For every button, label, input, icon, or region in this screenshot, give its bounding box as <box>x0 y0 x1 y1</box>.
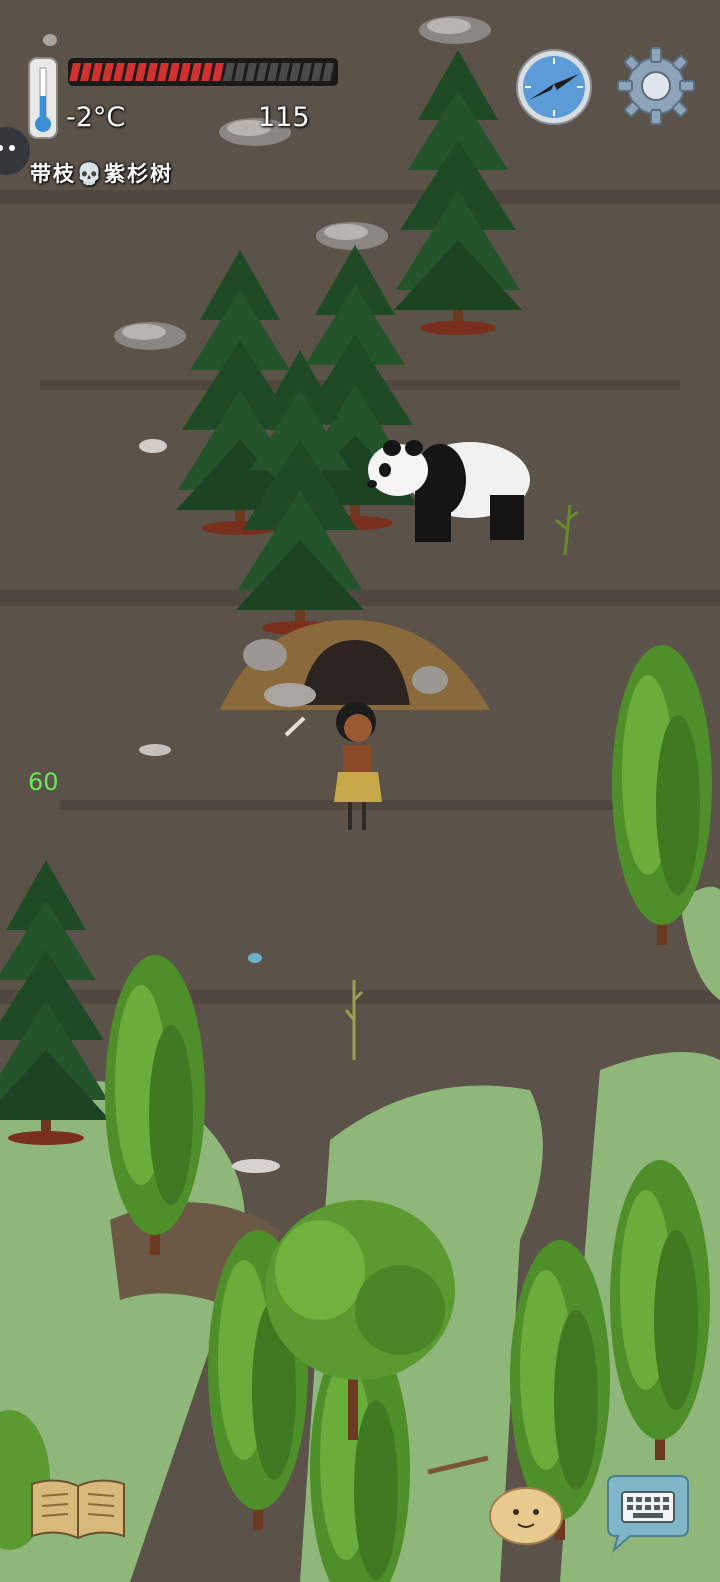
health-value: 115 <box>258 102 310 133</box>
temperature-readout: -2°C <box>66 102 126 133</box>
keyboard-chat-icon[interactable] <box>600 1474 690 1554</box>
book-icon[interactable] <box>28 1476 128 1542</box>
boulder[interactable] <box>316 222 388 250</box>
fps-counter: 60 <box>28 768 59 796</box>
compass-icon[interactable] <box>515 48 593 126</box>
player-avatar-icon[interactable] <box>0 122 32 180</box>
health-bar <box>68 58 338 86</box>
stone[interactable] <box>139 744 171 756</box>
stone[interactable] <box>139 439 167 453</box>
target-object-label: 带枝💀紫杉树 <box>30 162 174 186</box>
potato-face-icon[interactable] <box>488 1482 564 1546</box>
stone[interactable] <box>43 34 57 46</box>
boulder[interactable] <box>419 16 491 44</box>
game-world[interactable] <box>0 0 720 1582</box>
stone[interactable] <box>232 1159 280 1173</box>
gear-icon[interactable] <box>614 44 698 128</box>
boulder[interactable] <box>114 322 186 350</box>
flint[interactable] <box>248 953 262 963</box>
